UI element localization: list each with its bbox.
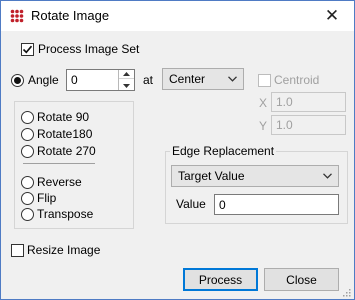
x-input[interactable]: 1.0: [271, 92, 346, 112]
edge-value-input[interactable]: 0: [214, 194, 339, 215]
process-button-label: Process: [198, 272, 243, 287]
y-label: Y: [259, 119, 268, 133]
options-divider: [23, 163, 95, 164]
transpose-radio[interactable]: [21, 208, 34, 221]
radio-selected-dot: [14, 77, 21, 84]
angle-spinner[interactable]: [118, 70, 134, 90]
rotate-90-label[interactable]: Rotate 90: [37, 110, 89, 124]
arrow-up-icon: [123, 72, 130, 76]
spin-up-button[interactable]: [119, 70, 134, 79]
reverse-label[interactable]: Reverse: [37, 175, 82, 189]
rotate-270-label[interactable]: Rotate 270: [37, 144, 96, 158]
anchor-selected-value: Center: [169, 72, 206, 86]
at-label: at: [143, 73, 154, 87]
centroid-label[interactable]: Centroid: [274, 73, 319, 87]
spin-down-button[interactable]: [119, 81, 134, 90]
edge-mode-select[interactable]: Target Value: [171, 165, 339, 187]
checkmark-icon: [22, 45, 33, 54]
process-image-set-label[interactable]: Process Image Set: [38, 42, 139, 56]
anchor-select[interactable]: Center: [162, 68, 244, 90]
angle-label[interactable]: Angle: [28, 73, 59, 87]
angle-radio[interactable]: [11, 74, 24, 87]
angle-value: 0: [71, 73, 78, 87]
close-button-label: Close: [286, 272, 317, 287]
resize-image-label[interactable]: Resize Image: [27, 243, 100, 257]
edge-replacement-title: Edge Replacement: [170, 144, 277, 158]
app-grid-icon: [10, 9, 24, 23]
rotate-180-radio[interactable]: [21, 128, 34, 141]
arrow-down-icon: [123, 83, 130, 88]
edge-mode-selected-value: Target Value: [178, 169, 245, 183]
flip-label[interactable]: Flip: [37, 191, 56, 205]
rotate-180-label[interactable]: Rotate180: [37, 127, 92, 141]
angle-input[interactable]: 0: [66, 69, 135, 91]
x-value: 1.0: [276, 95, 293, 109]
title-bar[interactable]: Rotate Image ✕: [1, 1, 354, 31]
window-title: Rotate Image: [31, 8, 110, 23]
reverse-radio[interactable]: [21, 176, 34, 189]
edge-value-label: Value: [176, 197, 206, 211]
close-window-button[interactable]: ✕: [310, 1, 354, 31]
y-input[interactable]: 1.0: [271, 115, 346, 135]
y-value: 1.0: [276, 118, 293, 132]
resize-image-checkbox[interactable]: [11, 244, 24, 257]
resize-grip-icon[interactable]: [341, 287, 351, 297]
rotate-90-radio[interactable]: [21, 111, 34, 124]
flip-radio[interactable]: [21, 192, 34, 205]
rotate-270-radio[interactable]: [21, 145, 34, 158]
chevron-down-icon: [323, 173, 332, 179]
process-image-set-checkbox[interactable]: [21, 43, 34, 56]
transpose-label[interactable]: Transpose: [37, 207, 93, 221]
rotate-image-dialog: Rotate Image ✕ Process Image Set Angle 0…: [0, 0, 355, 300]
process-button[interactable]: Process: [183, 268, 258, 291]
centroid-checkbox[interactable]: [258, 74, 271, 87]
x-label: X: [259, 96, 268, 110]
close-button[interactable]: Close: [264, 268, 339, 291]
close-icon: ✕: [324, 6, 340, 25]
edge-value: 0: [219, 197, 226, 212]
chevron-down-icon: [228, 76, 237, 82]
